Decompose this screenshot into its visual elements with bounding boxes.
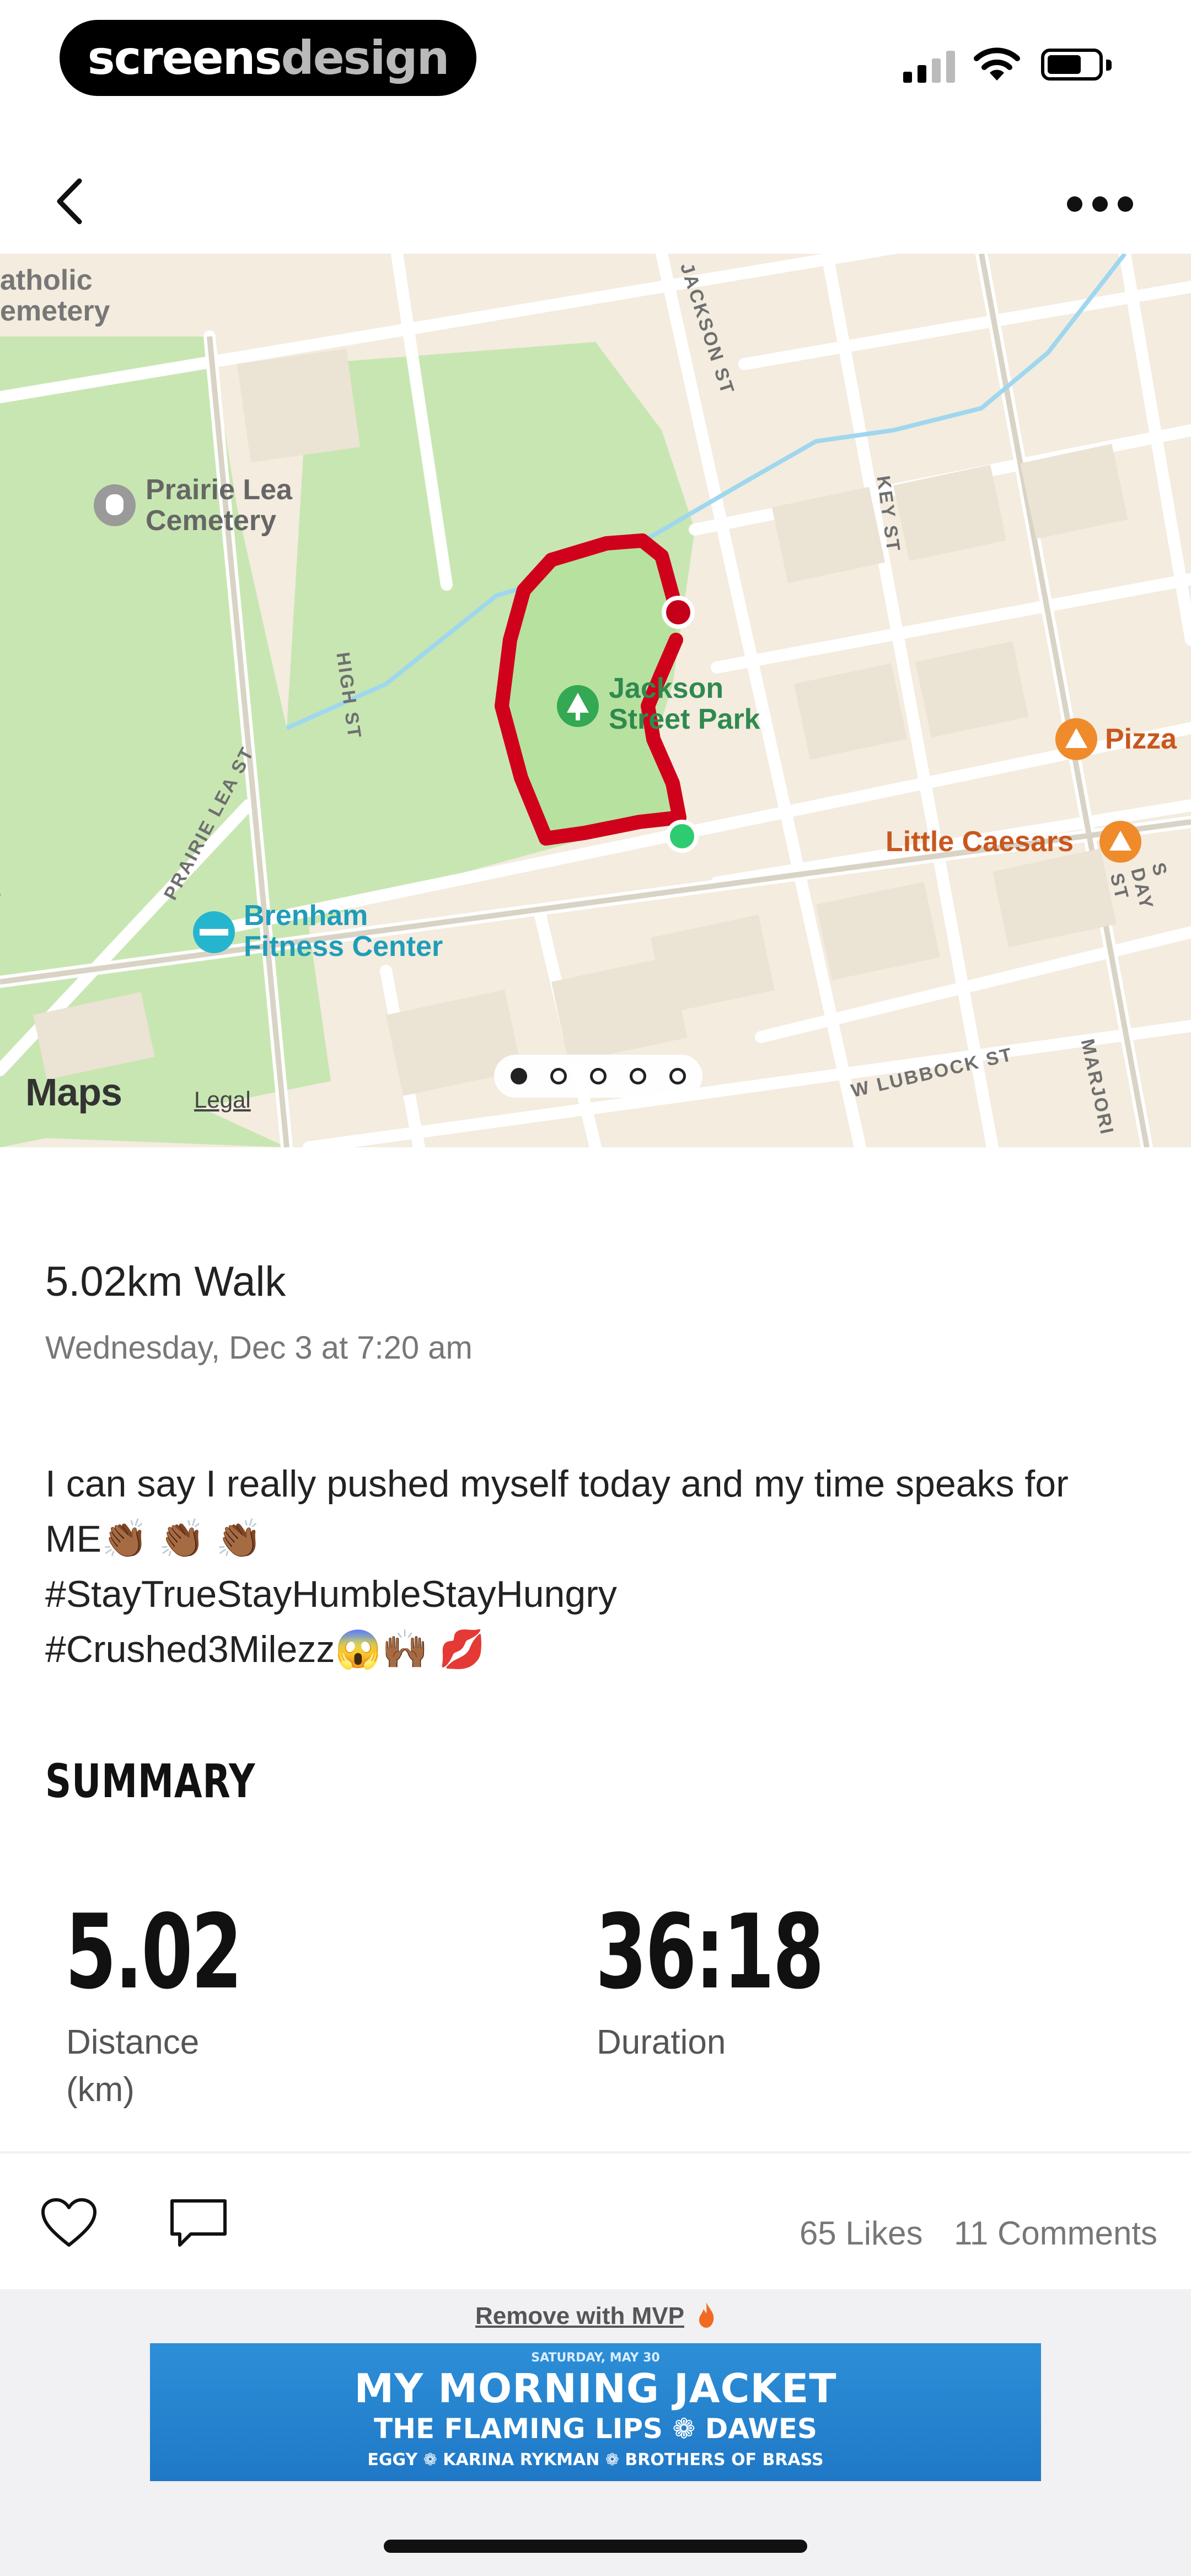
home-indicator xyxy=(384,2540,807,2553)
apple-maps-logo: Maps xyxy=(25,1070,122,1114)
banner-subline: THE FLAMING LIPS ❁ DAWES xyxy=(374,2413,817,2445)
ad-section: Remove with MVP SATURDAY, MAY 30 MY MORN… xyxy=(0,2289,1191,2576)
page-dot-5[interactable] xyxy=(669,1068,686,1084)
social-actions-bar: 65 Likes 11 Comments xyxy=(0,2153,1191,2286)
map-label-prairie-lea[interactable]: Prairie Lea Cemetery xyxy=(146,474,292,536)
map-label-cemetery-partial: atholic emetery xyxy=(0,264,110,327)
more-options-icon[interactable] xyxy=(1067,188,1139,221)
banner-headline: MY MORNING JACKET xyxy=(354,2365,837,2412)
banner-date: SATURDAY, MAY 30 xyxy=(531,2351,660,2365)
back-chevron-icon[interactable] xyxy=(51,177,89,226)
description-line-1: I can say I really pushed myself today a… xyxy=(45,1463,1069,1505)
page-dot-2[interactable] xyxy=(550,1068,567,1084)
duration-value: 36:18 xyxy=(596,1892,824,2012)
activity-date: Wednesday, Dec 3 at 7:20 am xyxy=(45,1330,473,1366)
status-bar: screens design xyxy=(0,0,1191,132)
heart-icon[interactable] xyxy=(40,2196,98,2249)
brand-part1: screens xyxy=(87,31,282,85)
distance-value: 5.02 xyxy=(65,1892,243,2012)
distance-label: Distance (km) xyxy=(66,2023,200,2109)
page-dot-1[interactable] xyxy=(511,1068,527,1084)
map-label-pizza[interactable]: Pizza xyxy=(1105,724,1177,755)
map-page-indicator[interactable] xyxy=(494,1055,702,1098)
activity-description: I can say I really pushed myself today a… xyxy=(45,1456,1159,1677)
brand-watermark: screens design xyxy=(60,20,476,96)
signal-icon xyxy=(903,50,958,83)
activity-title: 5.02km Walk xyxy=(45,1258,286,1305)
likes-count[interactable]: 65 Likes xyxy=(800,2214,922,2252)
maps-attribution: Maps xyxy=(25,1071,122,1114)
battery-icon xyxy=(1041,49,1112,81)
wifi-icon xyxy=(974,47,1020,81)
page-dot-3[interactable] xyxy=(590,1068,607,1084)
remove-ads-link[interactable]: Remove with MVP xyxy=(475,2302,684,2330)
comments-count[interactable]: 11 Comments xyxy=(954,2214,1157,2252)
banner-small-line: EGGY ❁ KARINA RYKMAN ❁ BROTHERS OF BRASS xyxy=(367,2450,824,2470)
map-label-brenham-fitness[interactable]: Brenham Fitness Center xyxy=(244,900,443,962)
map-label-jackson-park[interactable]: Jackson Street Park xyxy=(609,673,760,735)
flame-icon xyxy=(699,2302,714,2328)
ad-banner[interactable]: SATURDAY, MAY 30 MY MORNING JACKET THE F… xyxy=(150,2343,1041,2481)
route-map[interactable]: atholic emetery Prairie Lea Cemetery Jac… xyxy=(0,254,1191,1147)
description-line-2: ME👏🏾 👏🏾 👏🏾 xyxy=(45,1518,262,1560)
description-hashtag-2[interactable]: #Crushed3Milezz😱🙌🏾 💋 xyxy=(45,1622,1159,1677)
summary-heading: SUMMARY xyxy=(45,1754,256,1808)
nav-bar xyxy=(0,138,1191,254)
duration-label: Duration xyxy=(597,2023,726,2061)
map-legal-link[interactable]: Legal xyxy=(194,1087,251,1113)
page-dot-4[interactable] xyxy=(630,1068,646,1084)
brand-part2: design xyxy=(281,31,450,85)
description-hashtag-1[interactable]: #StayTrueStayHumbleStayHungry xyxy=(45,1567,1159,1622)
comment-icon[interactable] xyxy=(169,2198,228,2251)
map-label-little-caesars[interactable]: Little Caesars xyxy=(886,826,1074,857)
map-canvas xyxy=(0,254,1191,1147)
